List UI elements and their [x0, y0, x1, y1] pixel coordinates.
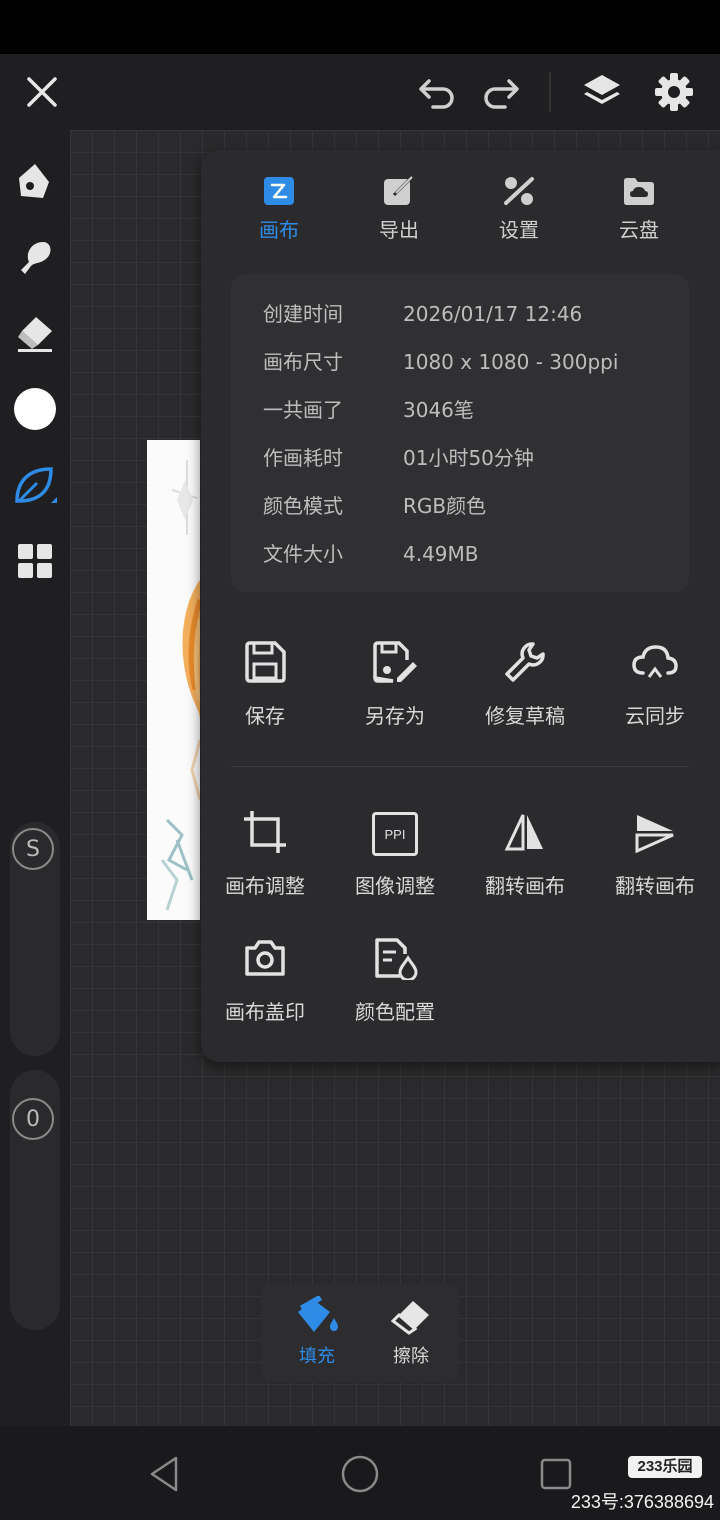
grid-menu-icon[interactable] — [12, 538, 58, 584]
color-config-label: 颜色配置 — [355, 1000, 435, 1024]
image-adjust-label: 图像调整 — [355, 874, 435, 898]
cloud-sync-label: 云同步 — [625, 704, 685, 728]
layers-icon[interactable] — [578, 68, 626, 116]
info-key: 创建时间 — [263, 302, 343, 326]
undo-icon[interactable] — [414, 70, 460, 114]
close-icon[interactable] — [20, 70, 64, 114]
canvas-info-card: 创建时间 2026/01/17 12:46 画布尺寸 1080 x 1080 - 3… — [231, 274, 689, 592]
repair-draft-button[interactable]: 修复草稿 — [465, 636, 585, 729]
tab-export-label: 导出 — [379, 218, 419, 242]
image-adjust-button[interactable]: PPI 图像调整 — [335, 806, 455, 899]
info-row: 一共画了 3046笔 — [263, 394, 474, 423]
section-divider — [231, 766, 689, 767]
canvas-stamp-button[interactable]: 画布盖印 — [205, 932, 325, 1025]
artwork-preview — [147, 440, 200, 920]
system-nav-bar: 233乐园 233号:376388694 — [0, 1426, 720, 1520]
camera-icon — [243, 938, 287, 983]
toolbar-divider — [549, 72, 551, 112]
size-indicator: S — [12, 828, 54, 870]
canvas-stamp-label: 画布盖印 — [225, 1000, 305, 1024]
canvas-adjust-label: 画布调整 — [225, 874, 305, 898]
info-key: 一共画了 — [263, 398, 343, 422]
flip-canvas-vertical-button[interactable]: 翻转画布 — [595, 806, 715, 899]
tab-settings-label: 设置 — [499, 218, 539, 242]
flip-canvas-horizontal-button[interactable]: 翻转画布 — [465, 806, 585, 899]
leaf-brush-icon[interactable] — [10, 460, 60, 510]
info-value: 4.49MB — [403, 542, 479, 566]
back-icon[interactable] — [140, 1450, 188, 1498]
tab-export[interactable]: 导出 — [349, 172, 449, 243]
fill-bucket-icon — [294, 1294, 340, 1343]
info-value: 2026/01/17 12:46 — [403, 302, 583, 326]
flip-vertical-label: 翻转画布 — [615, 874, 695, 898]
info-value: 3046笔 — [403, 398, 474, 422]
info-row: 颜色模式 RGB颜色 — [263, 490, 486, 519]
cloud-drive-icon — [622, 175, 656, 212]
left-toolbar: S 0 — [0, 130, 70, 1426]
save-button[interactable]: 保存 — [205, 636, 325, 729]
fill-button[interactable]: 填充 — [277, 1294, 357, 1368]
tab-canvas-label: 画布 — [259, 218, 299, 242]
watermark-logo: 233乐园 — [628, 1456, 702, 1478]
erase-label: 擦除 — [393, 1346, 429, 1367]
top-toolbar — [0, 54, 720, 130]
color-config-button[interactable]: 颜色配置 — [335, 932, 455, 1025]
info-key: 作画耗时 — [263, 446, 343, 470]
info-value: RGB颜色 — [403, 494, 487, 518]
flip-horizontal-label: 翻转画布 — [485, 874, 565, 898]
save-as-icon — [371, 640, 419, 689]
size-label: S — [26, 836, 40, 862]
watermark-id: 233号:376388694 — [570, 1492, 714, 1512]
info-key: 画布尺寸 — [263, 350, 343, 374]
gear-icon[interactable] — [650, 68, 698, 116]
cloud-sync-button[interactable]: 云同步 — [595, 636, 715, 729]
canvas-adjust-button[interactable]: 画布调整 — [205, 806, 325, 899]
info-row: 画布尺寸 1080 x 1080 - 300ppi — [263, 346, 618, 375]
smudge-icon[interactable] — [12, 234, 58, 280]
canvas-icon — [262, 175, 296, 212]
tab-canvas[interactable]: 画布 — [229, 172, 329, 243]
flip-vertical-icon — [633, 811, 677, 858]
info-value: 1080 x 1080 - 300ppi — [403, 350, 619, 374]
fill-popup: 填充 擦除 — [261, 1284, 459, 1382]
redo-icon[interactable] — [478, 70, 524, 114]
eraser-icon — [389, 1297, 433, 1342]
save-label: 保存 — [245, 704, 285, 728]
info-key: 文件大小 — [263, 542, 343, 566]
cloud-sync-icon — [630, 641, 680, 688]
color-swatch[interactable] — [14, 388, 56, 430]
flip-horizontal-icon — [503, 811, 547, 858]
info-row: 创建时间 2026/01/17 12:46 — [263, 298, 582, 327]
pen-icon[interactable] — [12, 158, 58, 204]
opacity-label: 0 — [26, 1106, 40, 1132]
tab-settings[interactable]: 设置 — [469, 172, 569, 243]
home-icon[interactable] — [336, 1450, 384, 1498]
eraser-icon[interactable] — [12, 310, 58, 356]
info-row: 作画耗时 01小时50分钟 — [263, 442, 534, 471]
info-row: 文件大小 4.49MB — [263, 538, 479, 567]
wrench-icon — [503, 640, 547, 689]
export-icon — [382, 175, 416, 212]
save-icon — [243, 640, 287, 689]
save-as-label: 另存为 — [365, 704, 425, 728]
canvas-menu-panel: 画布 导出 设置 云盘 创建时间 2026/01/17 12:46 画布尺寸 108… — [201, 150, 720, 1062]
tab-cloud-drive[interactable]: 云盘 — [589, 172, 689, 243]
ppi-icon: PPI — [372, 812, 418, 856]
opacity-indicator: 0 — [12, 1098, 54, 1140]
erase-button[interactable]: 擦除 — [371, 1296, 451, 1368]
info-key: 颜色模式 — [263, 494, 343, 518]
color-config-icon — [372, 936, 418, 985]
repair-draft-label: 修复草稿 — [485, 704, 565, 728]
status-bar — [0, 0, 720, 54]
settings-icon — [502, 175, 536, 212]
tab-cloud-drive-label: 云盘 — [619, 218, 659, 242]
fill-label: 填充 — [299, 1346, 335, 1367]
save-as-button[interactable]: 另存为 — [335, 636, 455, 729]
crop-icon — [242, 809, 288, 860]
info-value: 01小时50分钟 — [403, 446, 534, 470]
